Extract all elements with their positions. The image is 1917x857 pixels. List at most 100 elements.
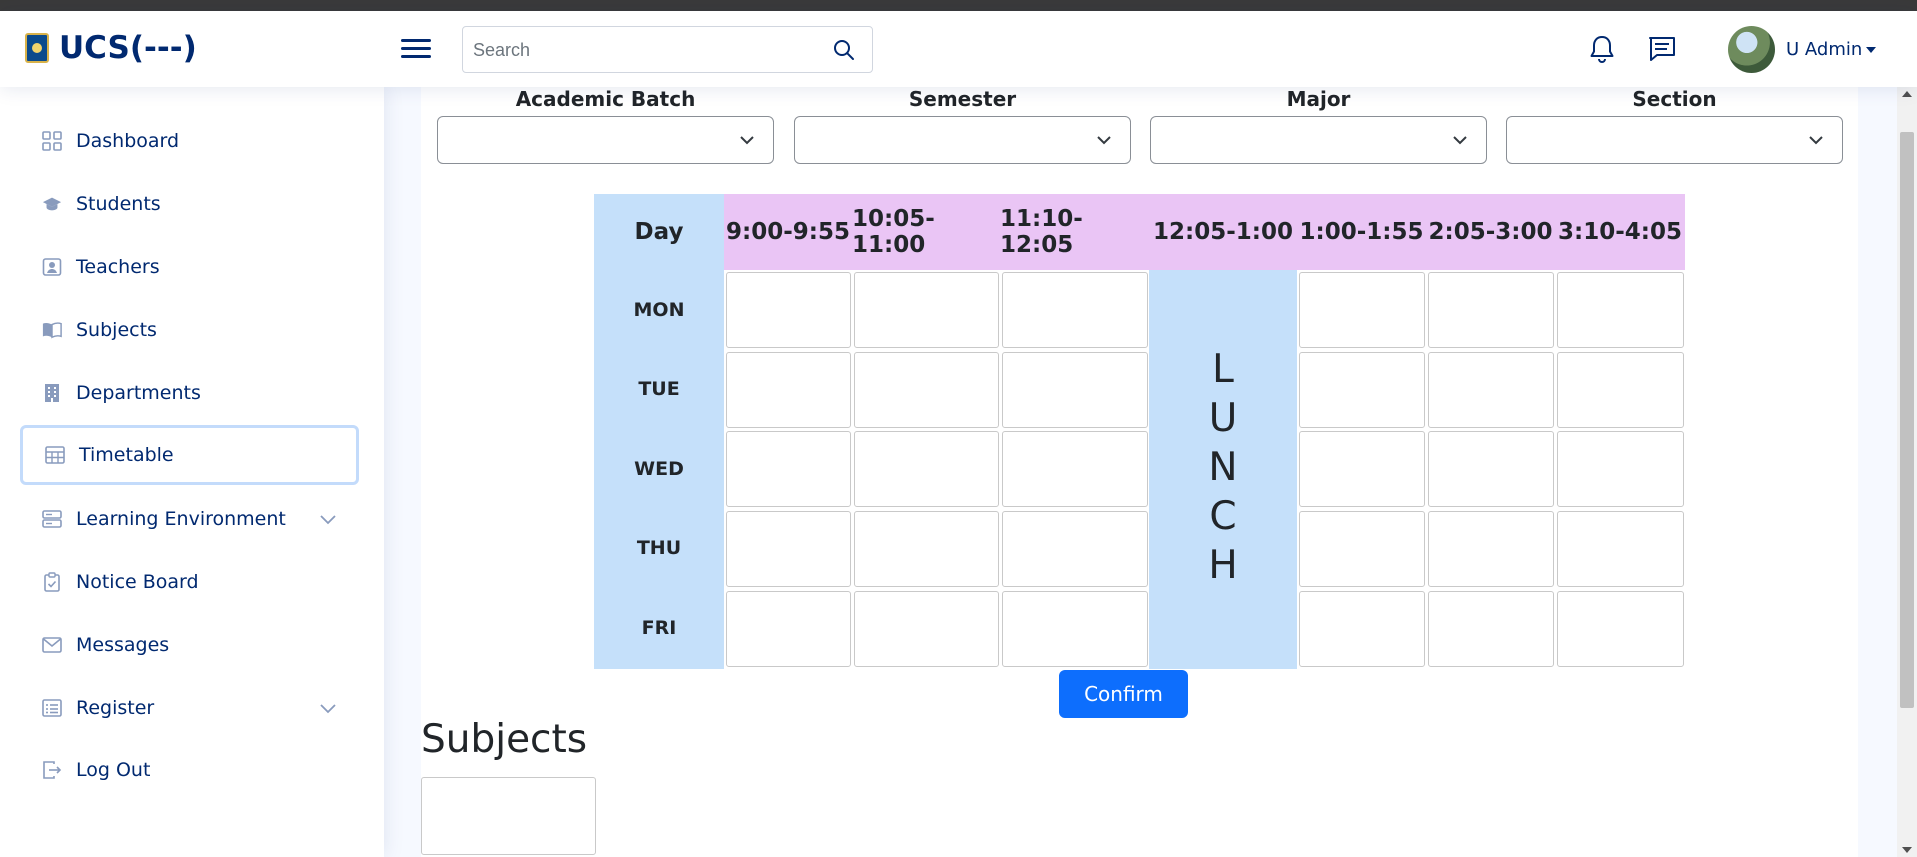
bell-icon[interactable] xyxy=(1585,32,1619,66)
book-icon xyxy=(42,320,62,340)
timetable-cell[interactable] xyxy=(1428,431,1554,507)
timetable-cell[interactable] xyxy=(726,272,851,348)
major-label: Major xyxy=(1286,87,1351,111)
timetable-cell[interactable] xyxy=(1428,511,1554,587)
sidebar-item-departments[interactable]: Departments xyxy=(20,363,359,423)
timetable-cell[interactable] xyxy=(726,591,851,667)
timetable-cell[interactable] xyxy=(1557,352,1684,428)
timetable-cell[interactable] xyxy=(1299,591,1425,667)
sidebar-item-label: Subjects xyxy=(76,319,157,341)
timetable-cell[interactable] xyxy=(1557,591,1684,667)
timetable-cell[interactable] xyxy=(726,511,851,587)
sidebar-item-label: Students xyxy=(76,193,161,215)
chevron-down-icon xyxy=(740,136,754,145)
sidebar-item-log-out[interactable]: Log Out xyxy=(20,740,359,800)
sidebar-item-teachers[interactable]: Teachers xyxy=(20,237,359,297)
timetable-cell[interactable] xyxy=(1002,431,1148,507)
timetable-cell[interactable] xyxy=(1002,591,1148,667)
search-icon[interactable] xyxy=(832,38,858,64)
chevron-down-icon xyxy=(319,510,337,528)
chevron-down-icon xyxy=(1453,136,1467,145)
sidebar-item-students[interactable]: Students xyxy=(20,174,359,234)
search-input[interactable] xyxy=(473,37,813,63)
timetable-cell[interactable] xyxy=(1299,272,1425,348)
timetable-cell[interactable] xyxy=(854,352,999,428)
person-badge-icon xyxy=(42,257,62,277)
timetable-cell[interactable] xyxy=(854,272,999,348)
period-header: 9:00-9:55 xyxy=(726,219,850,245)
period-header: 11:10-12:05 xyxy=(1000,206,1083,258)
lunch-label: L U N C H xyxy=(1149,342,1297,592)
brand-name: UCS(---) xyxy=(59,30,197,66)
chat-icon[interactable] xyxy=(1645,32,1679,66)
page-scrollbar[interactable] xyxy=(1897,87,1917,857)
lunch-letter: N xyxy=(1208,444,1238,490)
brand-logo[interactable]: UCS(---) xyxy=(25,30,197,66)
sidebar-item-messages[interactable]: Messages xyxy=(20,615,359,675)
hamburger-icon[interactable] xyxy=(401,35,431,65)
timetable-cell[interactable] xyxy=(1002,511,1148,587)
building-icon xyxy=(42,383,62,403)
server-icon xyxy=(42,509,62,529)
scrollbar-thumb[interactable] xyxy=(1900,132,1914,708)
timetable-cell[interactable] xyxy=(1299,352,1425,428)
section-select[interactable] xyxy=(1506,116,1843,164)
timetable-cell[interactable] xyxy=(1428,591,1554,667)
university-seal-icon xyxy=(25,33,49,63)
envelope-icon xyxy=(42,635,62,655)
subject-card[interactable] xyxy=(421,777,596,855)
sidebar-item-timetable[interactable]: Timetable xyxy=(20,425,359,485)
timetable-cell[interactable] xyxy=(1299,511,1425,587)
timetable-cell[interactable] xyxy=(1299,431,1425,507)
day-label: TUE xyxy=(638,377,680,400)
period-header: 2:05-3:00 xyxy=(1428,219,1553,245)
timetable-cell[interactable] xyxy=(854,431,999,507)
timetable-cell[interactable] xyxy=(1428,272,1554,348)
day-label: WED xyxy=(634,457,684,480)
sidebar-item-learning-environment[interactable]: Learning Environment xyxy=(20,489,359,549)
lunch-letter: L xyxy=(1212,346,1234,392)
confirm-button[interactable]: Confirm xyxy=(1059,670,1188,718)
avatar xyxy=(1728,26,1775,73)
sidebar-item-label: Departments xyxy=(76,382,201,404)
timetable-cell[interactable] xyxy=(1557,431,1684,507)
profile-name: U Admin xyxy=(1786,39,1863,60)
chevron-down-icon xyxy=(1097,136,1111,145)
timetable-cell[interactable] xyxy=(1002,352,1148,428)
section-label: Section xyxy=(1632,87,1717,111)
subjects-heading: Subjects xyxy=(421,717,588,762)
chevron-down-icon xyxy=(319,699,337,717)
day-header: Day xyxy=(634,219,684,245)
semester-select[interactable] xyxy=(794,116,1131,164)
sidebar-item-notice-board[interactable]: Notice Board xyxy=(20,552,359,612)
scroll-up-arrow-icon[interactable] xyxy=(1902,91,1912,97)
timetable-cell[interactable] xyxy=(726,431,851,507)
sidebar-item-subjects[interactable]: Subjects xyxy=(20,300,359,360)
grid-icon xyxy=(42,131,62,151)
logout-icon xyxy=(42,760,62,780)
sidebar-item-dashboard[interactable]: Dashboard xyxy=(20,111,359,171)
academic-batch-label: Academic Batch xyxy=(515,87,696,111)
list-card-icon xyxy=(42,698,62,718)
day-label: MON xyxy=(633,298,685,321)
major-select[interactable] xyxy=(1150,116,1487,164)
academic-batch-select[interactable] xyxy=(437,116,774,164)
timetable-cell[interactable] xyxy=(1002,272,1148,348)
sidebar-item-register[interactable]: Register xyxy=(20,678,359,738)
day-label: THU xyxy=(636,536,682,559)
timetable-cell[interactable] xyxy=(1557,511,1684,587)
scroll-down-arrow-icon[interactable] xyxy=(1902,847,1912,853)
lunch-letter: H xyxy=(1208,542,1238,588)
timetable-cell[interactable] xyxy=(1557,272,1684,348)
timetable-cell[interactable] xyxy=(854,511,999,587)
timetable-cell[interactable] xyxy=(1428,352,1554,428)
timetable-cell[interactable] xyxy=(726,352,851,428)
timetable-cell[interactable] xyxy=(854,591,999,667)
sidebar-item-label: Register xyxy=(76,697,155,719)
top-header: UCS(---) U Admin xyxy=(0,11,1917,87)
caret-down-icon xyxy=(1866,46,1877,53)
profile-dropdown[interactable]: U Admin xyxy=(1728,26,1877,73)
lunch-letter: U xyxy=(1208,395,1238,441)
main-content: Academic Batch Semester Major Section Da… xyxy=(421,87,1858,857)
period-header: 1:00-1:55 xyxy=(1299,219,1424,245)
